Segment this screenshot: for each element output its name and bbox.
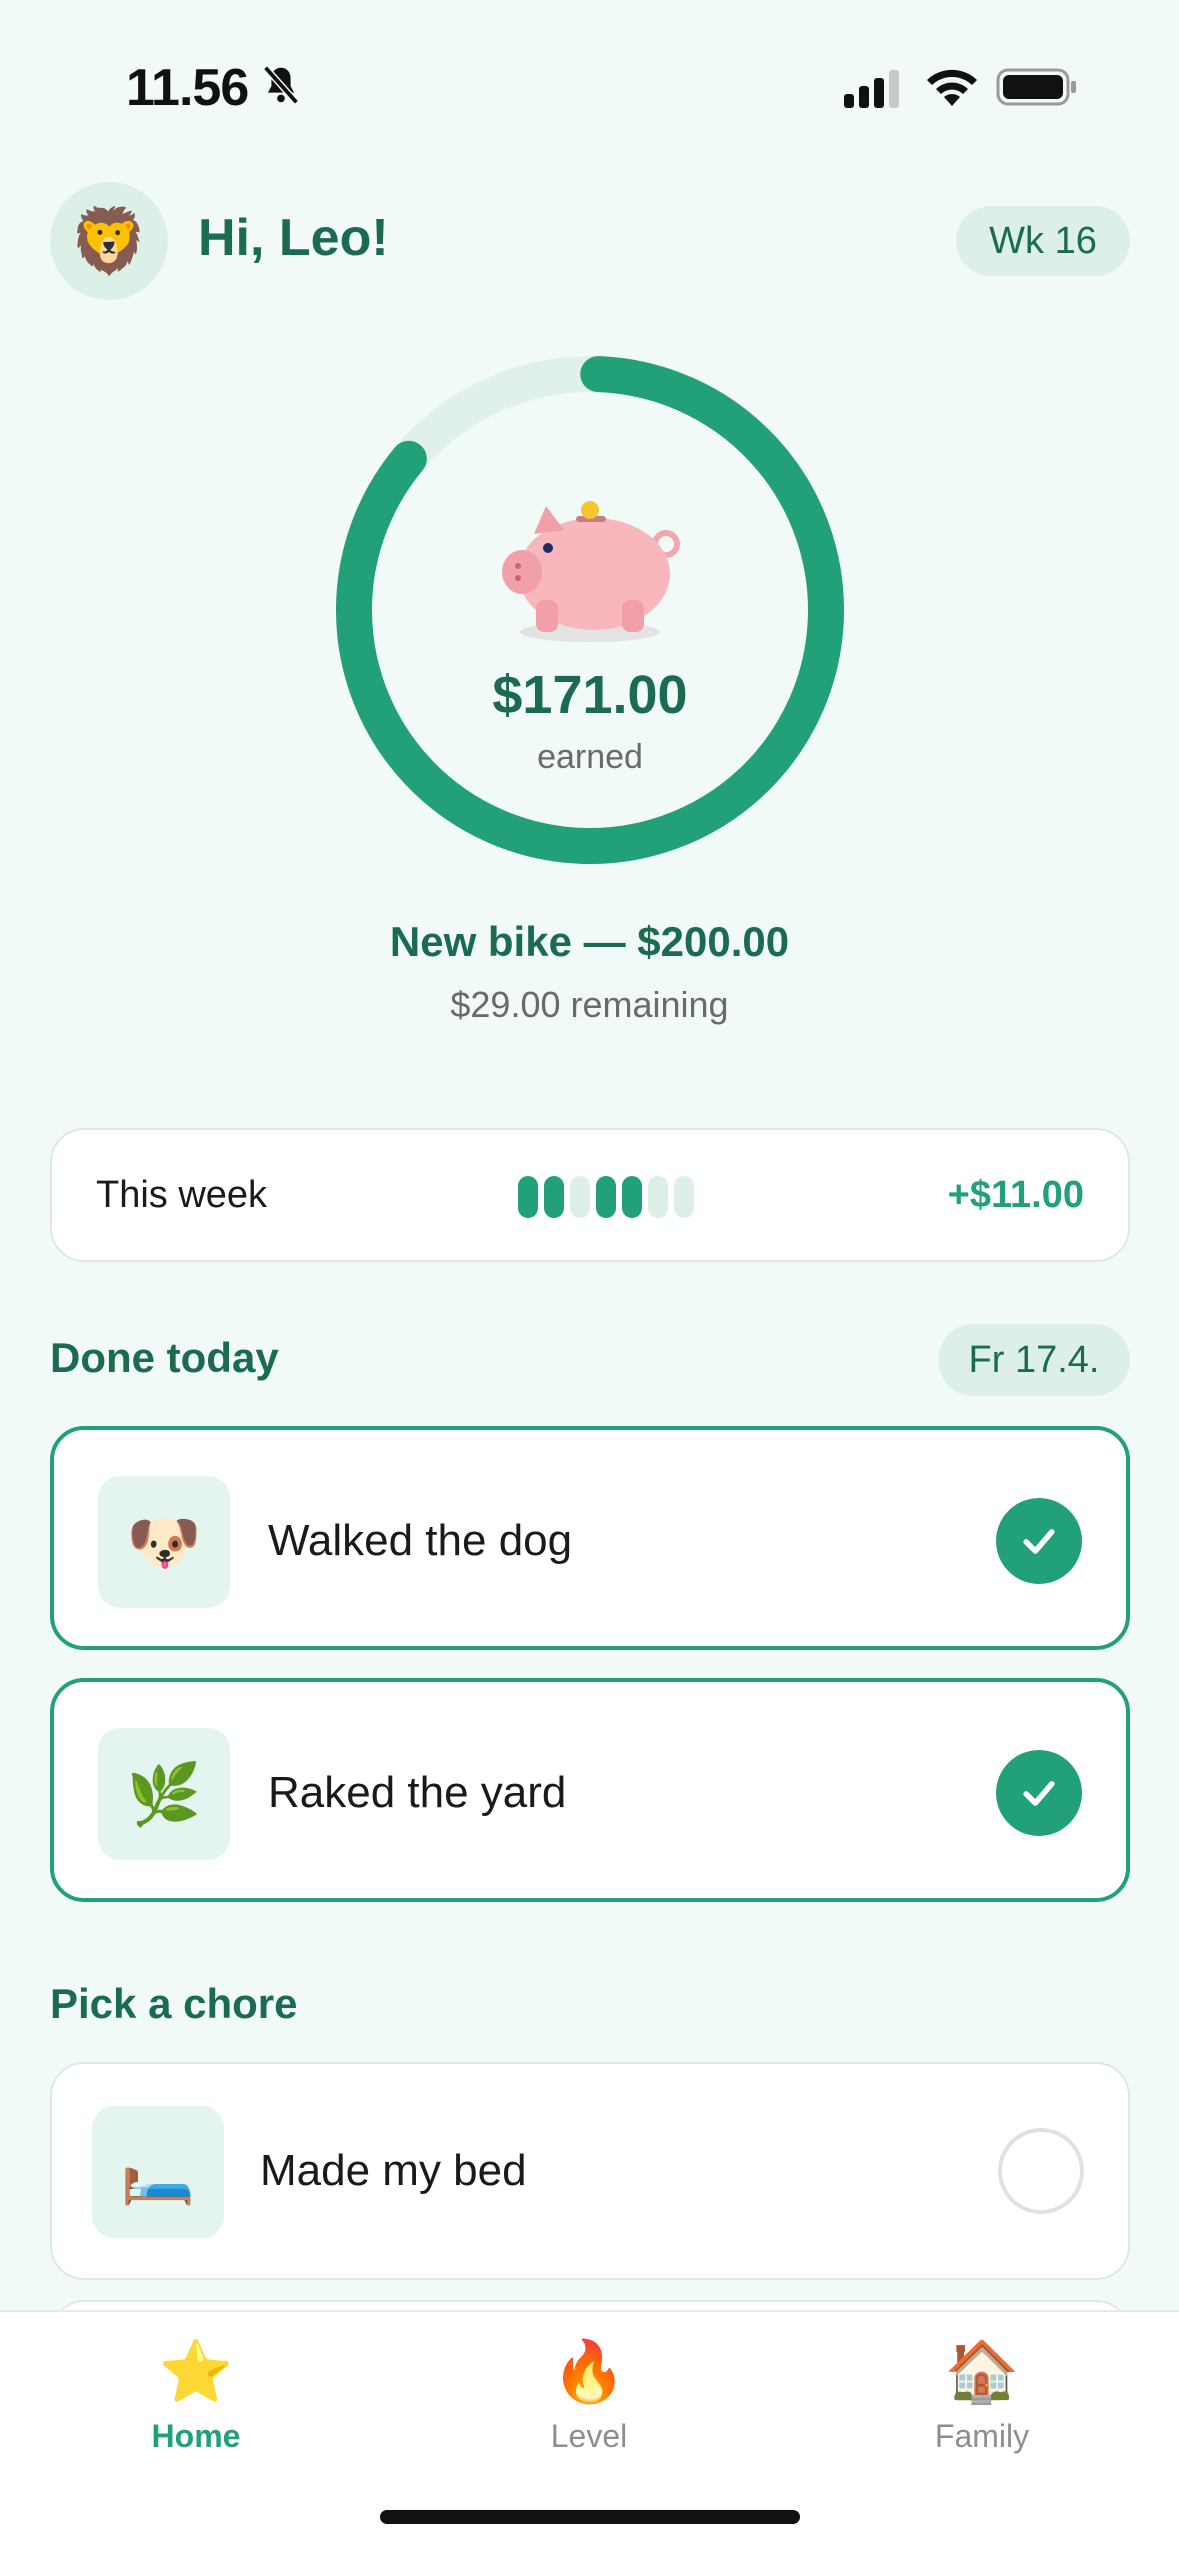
week-day-bar — [596, 1176, 616, 1218]
tab-label: Home — [151, 2418, 241, 2454]
week-gain: +$11.00 — [947, 1174, 1084, 1216]
status-time: 11.56 — [126, 59, 249, 117]
herb-icon: 🌿 — [98, 1728, 230, 1860]
week-summary-label: This week — [96, 1174, 268, 1216]
week-day-bar — [648, 1176, 668, 1218]
chore-card-raked-yard[interactable]: 🌿 Raked the yard — [50, 1678, 1130, 1902]
check-icon[interactable] — [996, 1498, 1082, 1584]
chore-label: Walked the dog — [268, 1516, 573, 1565]
dog-icon: 🐶 — [98, 1476, 230, 1608]
chore-label: Raked the yard — [268, 1768, 567, 1817]
week-day-bar — [544, 1176, 564, 1218]
tab-level[interactable]: 🔥 Level — [489, 2336, 689, 2455]
house-icon: 🏠 — [944, 2338, 1020, 2405]
week-day-bar — [570, 1176, 590, 1218]
wifi-icon — [927, 69, 977, 106]
tab-family[interactable]: 🏠 Family — [882, 2336, 1082, 2455]
week-day-bar — [518, 1176, 538, 1218]
done-today-title: Done today — [50, 1334, 279, 1381]
piggy-bank-icon — [502, 501, 680, 642]
pick-chore-title: Pick a chore — [50, 1980, 298, 2027]
goal-remaining: $29.00 remaining — [450, 984, 729, 1025]
chore-card-walked-dog[interactable]: 🐶 Walked the dog — [50, 1426, 1130, 1650]
home-indicator — [380, 2510, 800, 2524]
week-day-bars — [518, 1176, 694, 1218]
week-day-bar — [622, 1176, 642, 1218]
savings-amount: $171.00 — [492, 665, 688, 725]
signal-icon — [844, 70, 899, 108]
greeting: Hi, Leo! — [198, 209, 389, 267]
tab-label: Family — [934, 2418, 1030, 2454]
date-badge: Fr 17.4. — [938, 1324, 1130, 1396]
tab-label: Level — [550, 2418, 628, 2454]
goal-title: New bike — $200.00 — [389, 918, 790, 965]
fire-icon: 🔥 — [551, 2338, 627, 2405]
status-bar: 11.56 — [0, 0, 1179, 170]
empty-checkbox-icon[interactable] — [998, 2128, 1084, 2214]
week-summary-card[interactable]: This week +$11.00 — [50, 1128, 1130, 1262]
star-icon: ⭐ — [158, 2338, 234, 2405]
bed-icon: 🛏️ — [92, 2106, 224, 2238]
earned-label: earned — [537, 738, 643, 776]
chore-label: Made my bed — [260, 2146, 527, 2195]
chore-card-made-bed[interactable]: 🛏️ Made my bed — [50, 2062, 1130, 2280]
bell-slash-icon — [263, 65, 299, 105]
check-icon[interactable] — [996, 1750, 1082, 1836]
week-day-bar — [674, 1176, 694, 1218]
tab-home[interactable]: ⭐ Home — [96, 2336, 296, 2455]
week-badge: Wk 16 — [956, 206, 1130, 276]
battery-icon — [996, 68, 1076, 106]
avatar[interactable]: 🦁 — [50, 182, 168, 300]
